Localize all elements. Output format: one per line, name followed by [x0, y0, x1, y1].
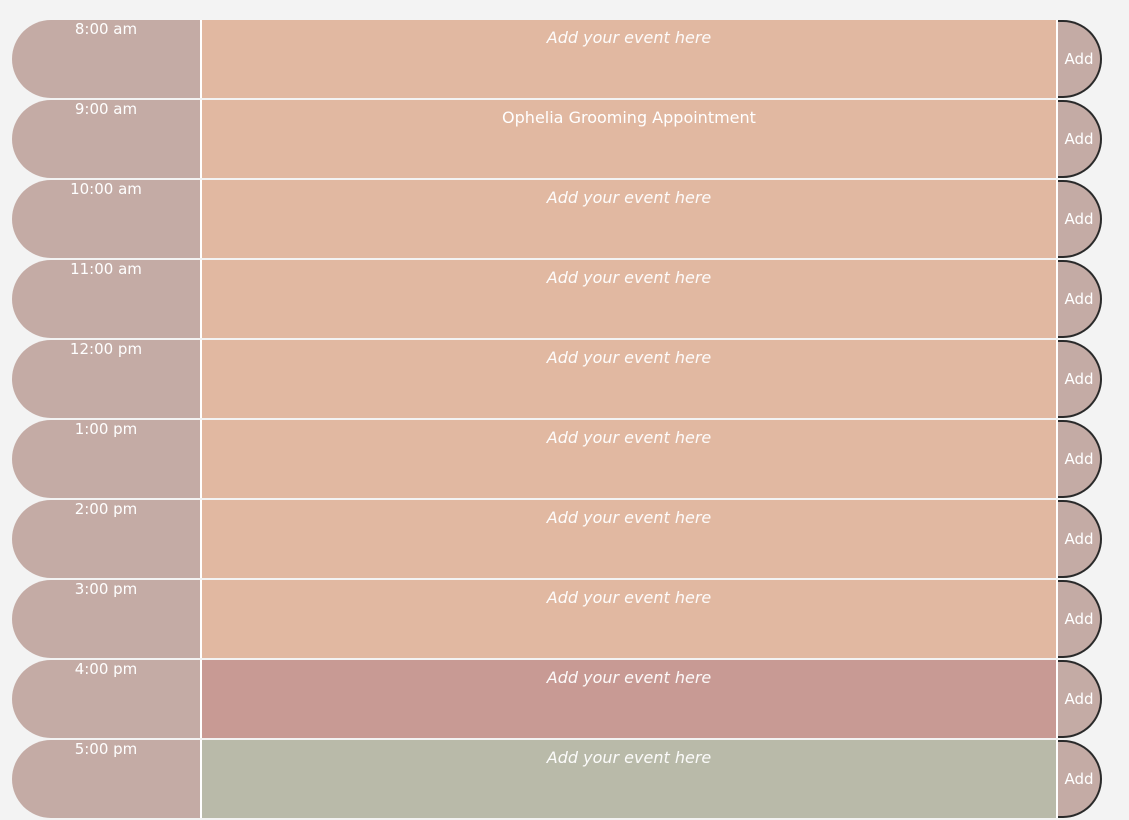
- event-placeholder: Add your event here: [546, 348, 712, 367]
- add-button[interactable]: Add: [1058, 500, 1102, 578]
- event-placeholder: Add your event here: [546, 748, 712, 767]
- hour-label: 1:00 pm: [12, 420, 200, 498]
- hour-text: 4:00 pm: [74, 660, 138, 678]
- event-textarea[interactable]: Add your event here: [200, 660, 1058, 738]
- add-button[interactable]: Add: [1058, 260, 1102, 338]
- time-block-2pm: 2:00 pm Add your event here Add: [12, 500, 1104, 580]
- hour-text: 9:00 am: [74, 100, 138, 118]
- hour-label: 8:00 am: [12, 20, 200, 98]
- add-button[interactable]: Add: [1058, 580, 1102, 658]
- add-button[interactable]: Add: [1058, 660, 1102, 738]
- add-button[interactable]: Add: [1058, 20, 1102, 98]
- add-button[interactable]: Add: [1058, 340, 1102, 418]
- hour-label: 10:00 am: [12, 180, 200, 258]
- hour-label: 3:00 pm: [12, 580, 200, 658]
- hour-text: 8:00 am: [74, 20, 138, 38]
- time-block-1pm: 1:00 pm Add your event here Add: [12, 420, 1104, 500]
- event-textarea[interactable]: Add your event here: [200, 260, 1058, 338]
- time-block-8am: 8:00 am Add your event here Add: [12, 20, 1104, 100]
- hour-text: 3:00 pm: [74, 580, 138, 598]
- hour-label: 2:00 pm: [12, 500, 200, 578]
- event-placeholder: Add your event here: [546, 28, 712, 47]
- hour-label: 12:00 pm: [12, 340, 200, 418]
- add-button[interactable]: Add: [1058, 100, 1102, 178]
- time-block-3pm: 3:00 pm Add your event here Add: [12, 580, 1104, 660]
- hour-text: 5:00 pm: [74, 740, 138, 758]
- event-placeholder: Add your event here: [546, 428, 712, 447]
- hour-label: 9:00 am: [12, 100, 200, 178]
- event-placeholder: Add your event here: [546, 268, 712, 287]
- event-textarea[interactable]: Add your event here: [200, 180, 1058, 258]
- hour-text: 1:00 pm: [74, 420, 138, 438]
- hour-label: 11:00 am: [12, 260, 200, 338]
- event-placeholder: Add your event here: [546, 188, 712, 207]
- time-block-5pm: 5:00 pm Add your event here Add: [12, 740, 1104, 820]
- hour-label: 4:00 pm: [12, 660, 200, 738]
- time-block-9am: 9:00 am Ophelia Grooming Appointment Add: [12, 100, 1104, 180]
- time-block-11am: 11:00 am Add your event here Add: [12, 260, 1104, 340]
- event-textarea[interactable]: Add your event here: [200, 20, 1058, 98]
- hour-text: 10:00 am: [70, 180, 142, 198]
- add-button[interactable]: Add: [1058, 420, 1102, 498]
- event-text: Ophelia Grooming Appointment: [502, 108, 756, 127]
- event-placeholder: Add your event here: [546, 588, 712, 607]
- event-placeholder: Add your event here: [546, 508, 712, 527]
- event-textarea[interactable]: Ophelia Grooming Appointment: [200, 100, 1058, 178]
- hour-text: 11:00 am: [70, 260, 142, 278]
- event-textarea[interactable]: Add your event here: [200, 500, 1058, 578]
- hour-text: 2:00 pm: [74, 500, 138, 518]
- event-textarea[interactable]: Add your event here: [200, 580, 1058, 658]
- add-button[interactable]: Add: [1058, 180, 1102, 258]
- hour-label: 5:00 pm: [12, 740, 200, 818]
- event-placeholder: Add your event here: [546, 668, 712, 687]
- event-textarea[interactable]: Add your event here: [200, 340, 1058, 418]
- event-textarea[interactable]: Add your event here: [200, 740, 1058, 818]
- add-button[interactable]: Add: [1058, 740, 1102, 818]
- time-block-12pm: 12:00 pm Add your event here Add: [12, 340, 1104, 420]
- hour-text: 12:00 pm: [69, 340, 143, 358]
- event-textarea[interactable]: Add your event here: [200, 420, 1058, 498]
- time-block-4pm: 4:00 pm Add your event here Add: [12, 660, 1104, 740]
- day-scheduler: 8:00 am Add your event here Add 9:00 am …: [0, 0, 1129, 819]
- time-block-10am: 10:00 am Add your event here Add: [12, 180, 1104, 260]
